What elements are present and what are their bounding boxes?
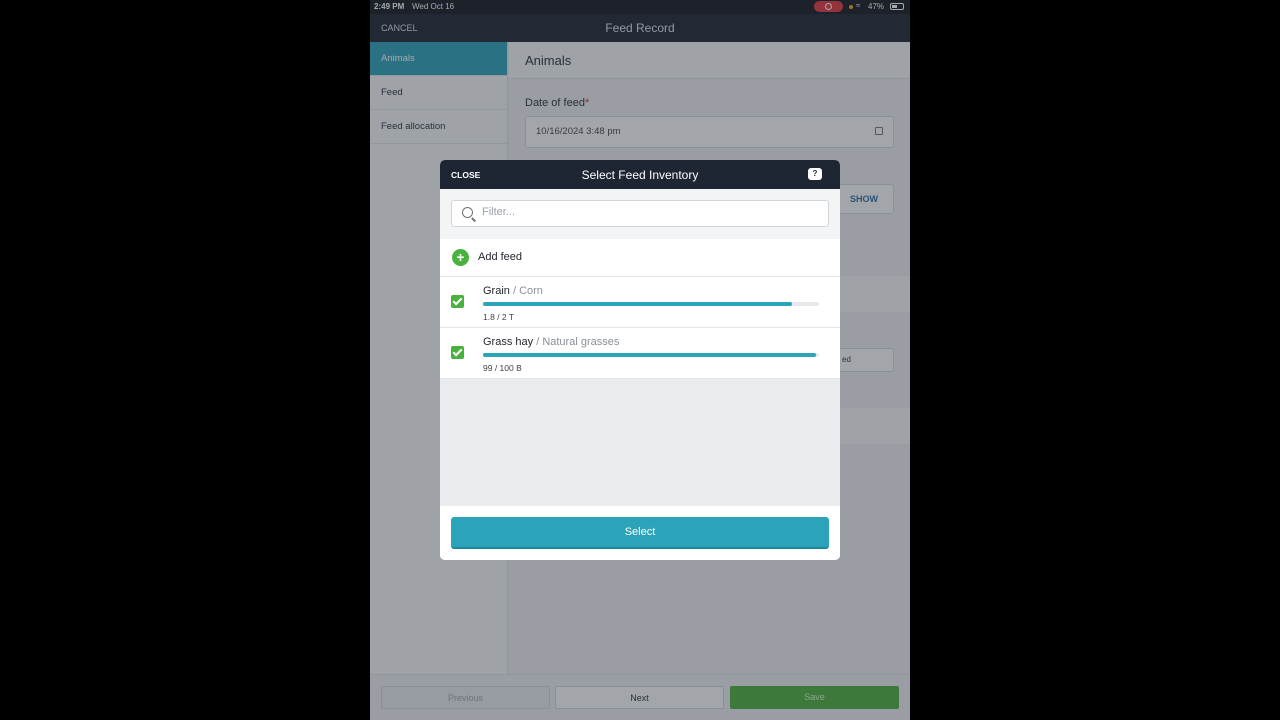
inventory-item-name: Grain / Corn	[483, 285, 543, 297]
checkbox-checked-icon[interactable]	[451, 346, 464, 359]
inventory-item[interactable]: Grain / Corn 1.8 / 2 T	[440, 277, 840, 328]
search-area	[440, 189, 840, 239]
inventory-item-name: Grass hay / Natural grasses	[483, 336, 619, 348]
inventory-item[interactable]: Grass hay / Natural grasses 99 / 100 B	[440, 328, 840, 379]
feed-type: Natural grasses	[542, 336, 620, 348]
separator: /	[533, 336, 543, 348]
list-empty-space	[440, 379, 840, 506]
add-feed-label: Add feed	[478, 251, 523, 263]
inventory-level-fill	[483, 353, 816, 357]
inventory-quantity: 1.8 / 2 T	[483, 312, 515, 322]
modal-title: Select Feed Inventory	[581, 168, 699, 182]
filter-input[interactable]	[482, 206, 812, 218]
inventory-level-fill	[483, 302, 793, 306]
feed-name: Grass hay	[483, 336, 534, 348]
inventory-level-bar	[483, 353, 819, 357]
inventory-level-bar	[483, 302, 819, 306]
plus-circle-icon: +	[452, 249, 469, 266]
modal-footer: Select	[440, 506, 840, 560]
add-feed-button[interactable]: + Add feed	[440, 239, 840, 277]
help-icon[interactable]: ?	[808, 168, 822, 180]
select-feed-inventory-modal: CLOSE Select Feed Inventory ? + Add feed…	[440, 160, 840, 560]
filter-field[interactable]	[451, 200, 829, 227]
inventory-quantity: 99 / 100 B	[483, 363, 522, 373]
search-icon	[462, 207, 473, 218]
feed-type: Corn	[519, 285, 543, 297]
separator: /	[509, 285, 520, 297]
checkbox-checked-icon[interactable]	[451, 295, 464, 308]
feed-name: Grain	[483, 285, 510, 297]
select-button[interactable]: Select	[451, 517, 829, 549]
modal-header: CLOSE Select Feed Inventory ?	[440, 160, 840, 189]
